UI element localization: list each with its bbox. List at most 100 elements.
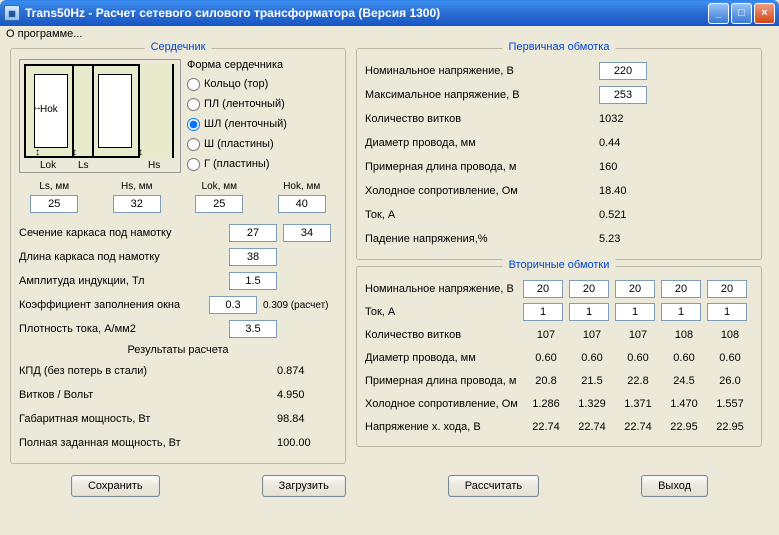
prim-nomv-input[interactable] bbox=[599, 62, 647, 80]
diagram-hok-label: Hok bbox=[40, 104, 58, 115]
prim-maxv-input[interactable] bbox=[599, 86, 647, 104]
maximize-button[interactable]: □ bbox=[731, 3, 752, 24]
prim-nomv-label: Номинальное напряжение, В bbox=[365, 65, 599, 77]
minimize-button[interactable]: _ bbox=[708, 3, 729, 24]
kpd-value: 0.874 bbox=[277, 365, 337, 377]
sec-turns-4: 108 bbox=[707, 329, 753, 341]
window-title: Trans50Hz - Расчет сетевого силового тра… bbox=[25, 6, 440, 20]
turns-volt-value: 4.950 bbox=[277, 389, 337, 401]
radio-g[interactable]: Г (пластины) bbox=[187, 155, 337, 173]
titlebar: ▦ Trans50Hz - Расчет сетевого силового т… bbox=[0, 0, 779, 26]
sec-current-input-4[interactable] bbox=[707, 303, 747, 321]
diagram-hs-label: Hs bbox=[148, 160, 160, 171]
sec-wired-2: 0.60 bbox=[615, 352, 661, 364]
fill-factor-label: Коэффициент заполнения окна bbox=[19, 299, 209, 311]
frame-section-input2[interactable] bbox=[283, 224, 331, 242]
primary-legend: Первичная обмотка bbox=[503, 41, 616, 53]
induction-input[interactable] bbox=[229, 272, 277, 290]
prim-maxv-label: Максимальное напряжение, В bbox=[365, 89, 599, 101]
radio-ring[interactable]: Кольцо (тор) bbox=[187, 75, 337, 93]
sec-idlev-3: 22.95 bbox=[661, 421, 707, 433]
prim-current-label: Ток, А bbox=[365, 209, 599, 221]
app-icon: ▦ bbox=[4, 5, 20, 21]
full-power-value: 100.00 bbox=[277, 437, 337, 449]
sec-wirelen-2: 22.8 bbox=[615, 375, 661, 387]
sec-current-input-2[interactable] bbox=[615, 303, 655, 321]
close-button[interactable]: × bbox=[754, 3, 775, 24]
sec-wired-1: 0.60 bbox=[569, 352, 615, 364]
prim-turns-label: Количество витков bbox=[365, 113, 599, 125]
sec-coldr-2: 1.371 bbox=[615, 398, 661, 410]
sec-current-input-0[interactable] bbox=[523, 303, 563, 321]
sec-coldr-3: 1.470 bbox=[661, 398, 707, 410]
power-value: 98.84 bbox=[277, 413, 337, 425]
lok-label: Lok, мм bbox=[184, 181, 255, 192]
frame-length-input[interactable] bbox=[229, 248, 277, 266]
sec-wirelen-3: 24.5 bbox=[661, 375, 707, 387]
sec-nomv-input-3[interactable] bbox=[661, 280, 701, 298]
induction-label: Амплитуда индукции, Тл bbox=[19, 275, 229, 287]
ls-input[interactable] bbox=[30, 195, 78, 213]
prim-wirelen-label: Примерная длина провода, м bbox=[365, 161, 599, 173]
diagram-lok-label: Lok bbox=[40, 160, 56, 171]
sec-nomv-input-0[interactable] bbox=[523, 280, 563, 298]
sec-turns-0: 107 bbox=[523, 329, 569, 341]
radio-sh[interactable]: Ш (пластины) bbox=[187, 135, 337, 153]
turns-volt-label: Витков / Вольт bbox=[19, 389, 277, 401]
kpd-label: КПД (без потерь в стали) bbox=[19, 365, 277, 377]
fill-factor-input[interactable] bbox=[209, 296, 257, 314]
sec-turns-1: 107 bbox=[569, 329, 615, 341]
fill-factor-calc: 0.309 (расчет) bbox=[263, 300, 337, 311]
sec-nomv-input-4[interactable] bbox=[707, 280, 747, 298]
sec-turns-2: 107 bbox=[615, 329, 661, 341]
radio-pl[interactable]: ПЛ (ленточный) bbox=[187, 95, 337, 113]
sec-idlev-1: 22.74 bbox=[569, 421, 615, 433]
sec-wired-4: 0.60 bbox=[707, 352, 753, 364]
prim-vdrop-label: Падение напряжения,% bbox=[365, 233, 599, 245]
frame-section-input1[interactable] bbox=[229, 224, 277, 242]
sec-coldr-1: 1.329 bbox=[569, 398, 615, 410]
hok-label: Hok, мм bbox=[267, 181, 338, 192]
sec-wired-0: 0.60 bbox=[523, 352, 569, 364]
menubar: О программе... bbox=[0, 26, 779, 44]
primary-group: Первичная обмотка Номинальное напряжение… bbox=[356, 48, 762, 260]
current-density-label: Плотность тока, А/мм2 bbox=[19, 323, 229, 335]
prim-wired-value: 0.44 bbox=[599, 137, 753, 149]
prim-wirelen-value: 160 bbox=[599, 161, 753, 173]
sec-wirelen-0: 20.8 bbox=[523, 375, 569, 387]
core-group: Сердечник Hok Lok Ls Hs ↔ ↕ ↕ ↕ bbox=[10, 48, 346, 464]
sec-nomv-input-2[interactable] bbox=[615, 280, 655, 298]
radio-shl[interactable]: ШЛ (ленточный) bbox=[187, 115, 337, 133]
exit-button[interactable]: Выход bbox=[641, 475, 708, 497]
sec-wired-label: Диаметр провода, мм bbox=[365, 352, 523, 364]
sec-nomv-label: Номинальное напряжение, В bbox=[365, 283, 523, 295]
save-button[interactable]: Сохранить bbox=[71, 475, 160, 497]
current-density-input[interactable] bbox=[229, 320, 277, 338]
sec-current-input-1[interactable] bbox=[569, 303, 609, 321]
hok-input[interactable] bbox=[278, 195, 326, 213]
load-button[interactable]: Загрузить bbox=[262, 475, 346, 497]
prim-coldr-label: Холодное сопротивление, Ом bbox=[365, 185, 599, 197]
prim-vdrop-value: 5.23 bbox=[599, 233, 753, 245]
sec-wirelen-1: 21.5 bbox=[569, 375, 615, 387]
sec-turns-label: Количество витков bbox=[365, 329, 523, 341]
core-legend: Сердечник bbox=[145, 41, 212, 53]
hs-label: Hs, мм bbox=[102, 181, 173, 192]
ls-label: Ls, мм bbox=[19, 181, 90, 192]
prim-current-value: 0.521 bbox=[599, 209, 753, 221]
lok-input[interactable] bbox=[195, 195, 243, 213]
secondary-legend: Вторичные обмотки bbox=[503, 259, 616, 271]
menu-about[interactable]: О программе... bbox=[6, 28, 82, 40]
hs-input[interactable] bbox=[113, 195, 161, 213]
core-shape-radios: Форма сердечника Кольцо (тор) ПЛ (ленточ… bbox=[187, 59, 337, 175]
frame-section-label: Сечение каркаса под намотку bbox=[19, 227, 229, 239]
sec-nomv-input-1[interactable] bbox=[569, 280, 609, 298]
sec-idlev-label: Напряжение х. хода, В bbox=[365, 421, 523, 433]
sec-wirelen-4: 26.0 bbox=[707, 375, 753, 387]
sec-coldr-0: 1.286 bbox=[523, 398, 569, 410]
frame-length-label: Длина каркаса под намотку bbox=[19, 251, 229, 263]
core-shape-title: Форма сердечника bbox=[187, 59, 337, 71]
core-diagram: Hok Lok Ls Hs ↔ ↕ ↕ ↕ bbox=[19, 59, 181, 173]
sec-current-input-3[interactable] bbox=[661, 303, 701, 321]
calc-button[interactable]: Рассчитать bbox=[448, 475, 539, 497]
